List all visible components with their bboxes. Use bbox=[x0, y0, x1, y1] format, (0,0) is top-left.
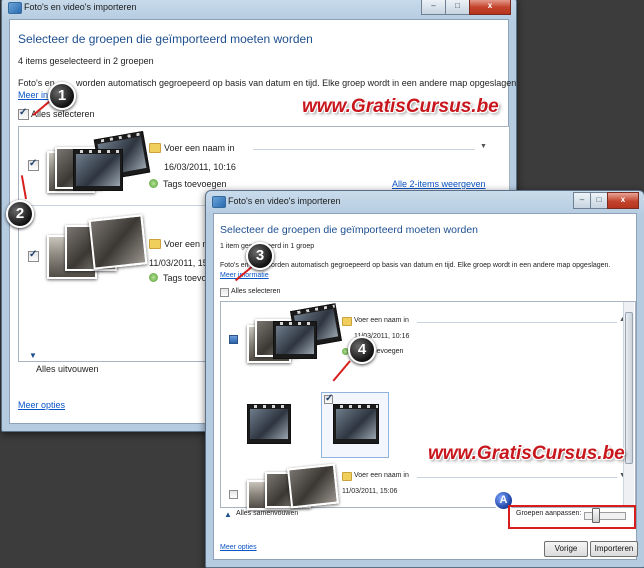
divider bbox=[417, 322, 617, 323]
scrollbar[interactable] bbox=[623, 302, 634, 505]
group-thumbnail[interactable] bbox=[43, 130, 151, 197]
select-all-checkbox[interactable] bbox=[220, 288, 229, 297]
step-badge-1: 1 bbox=[48, 82, 76, 110]
step-badge-4: 4 bbox=[348, 336, 376, 364]
maximize-button[interactable]: □ bbox=[590, 192, 608, 209]
page-heading: Selecteer de groepen die geïmporteerd mo… bbox=[220, 224, 478, 236]
minimize-button[interactable]: – bbox=[421, 0, 446, 15]
group-thumbnail[interactable] bbox=[245, 463, 339, 510]
video-item-thumbnail[interactable] bbox=[247, 404, 291, 444]
folder-icon bbox=[149, 239, 161, 249]
maximize-button[interactable]: □ bbox=[445, 0, 470, 15]
import-button[interactable]: Importeren bbox=[590, 541, 638, 557]
divider bbox=[417, 477, 617, 478]
group-name-input[interactable]: Voer een naam in bbox=[354, 472, 409, 479]
close-button[interactable]: x bbox=[469, 0, 511, 15]
step-badge-2: 2 bbox=[6, 200, 34, 228]
dropdown-arrow-icon[interactable]: ▼ bbox=[480, 143, 487, 150]
group-thumbnail[interactable] bbox=[43, 214, 148, 287]
tag-icon bbox=[149, 179, 158, 188]
collapse-all-link[interactable]: Alles samenvouwen bbox=[236, 510, 298, 517]
group-thumbnail[interactable] bbox=[245, 303, 342, 369]
group-date: 11/03/2011, 15:06 bbox=[342, 488, 398, 495]
group-date: 16/03/2011, 10:16 bbox=[164, 162, 236, 172]
folder-icon bbox=[149, 143, 161, 153]
group-checkbox[interactable] bbox=[229, 490, 238, 499]
expand-all-link[interactable]: Alles uitvouwen bbox=[36, 364, 99, 374]
divider bbox=[253, 149, 475, 150]
info-prefix: Foto's en bbox=[220, 262, 249, 269]
more-options-link[interactable]: Meer opties bbox=[220, 544, 257, 551]
app-icon bbox=[212, 196, 226, 208]
group-checkbox[interactable] bbox=[28, 249, 39, 262]
window-title: Foto's en video's importeren bbox=[228, 196, 341, 206]
view-all-items-link[interactable]: Alle 2-items weergeven bbox=[392, 179, 486, 189]
window-title: Foto's en video's importeren bbox=[24, 2, 137, 12]
highlight-box bbox=[508, 505, 636, 529]
expand-all-icon[interactable]: ▼ bbox=[29, 351, 37, 360]
group-name-input[interactable]: Voer een naam in bbox=[164, 143, 235, 153]
title-bar[interactable]: Foto's en video's importeren – □ x bbox=[2, 0, 516, 19]
info-prefix: Foto's en bbox=[18, 78, 55, 88]
selection-count: 4 items geselecteerd in 2 groepen bbox=[18, 56, 154, 66]
scrollbar-thumb[interactable] bbox=[625, 312, 633, 464]
tag-icon bbox=[149, 273, 158, 282]
close-button[interactable]: x bbox=[607, 192, 639, 209]
title-bar[interactable]: Foto's en video's importeren – □ x bbox=[206, 191, 644, 213]
page-heading: Selecteer de groepen die geïmporteerd mo… bbox=[18, 32, 313, 46]
group-name-input[interactable]: Voer een naam in bbox=[354, 317, 409, 324]
select-all-label: Alles selecteren bbox=[231, 288, 281, 295]
back-button[interactable]: Vorige bbox=[544, 541, 588, 557]
app-icon bbox=[8, 2, 22, 14]
select-all-checkbox[interactable] bbox=[18, 107, 29, 120]
add-tags-link[interactable]: Tags toevoegen bbox=[163, 179, 227, 189]
minimize-button[interactable]: – bbox=[573, 192, 591, 209]
folder-icon bbox=[342, 472, 352, 481]
watermark: www.GratisCursus.be bbox=[302, 96, 499, 117]
group-checkbox[interactable] bbox=[229, 335, 238, 344]
group-checkbox[interactable] bbox=[28, 158, 39, 171]
info-suffix: worden automatisch gegroepeerd op basis … bbox=[76, 78, 517, 88]
watermark: www.GratisCursus.be bbox=[428, 443, 625, 464]
item-checkbox[interactable] bbox=[324, 393, 333, 404]
info-suffix: worden automatisch gegroepeerd op basis … bbox=[266, 262, 611, 269]
more-options-link[interactable]: Meer opties bbox=[18, 400, 65, 410]
select-all-label: Alles selecteren bbox=[31, 109, 95, 119]
video-item-thumbnail[interactable] bbox=[333, 404, 379, 444]
step-badge-3: 3 bbox=[246, 242, 274, 270]
group-list: Voer een naam in ▲ 11/03/2011, 10:16 Tag… bbox=[220, 301, 636, 510]
collapse-all-icon[interactable]: ▲ bbox=[224, 510, 232, 519]
folder-icon bbox=[342, 317, 352, 326]
